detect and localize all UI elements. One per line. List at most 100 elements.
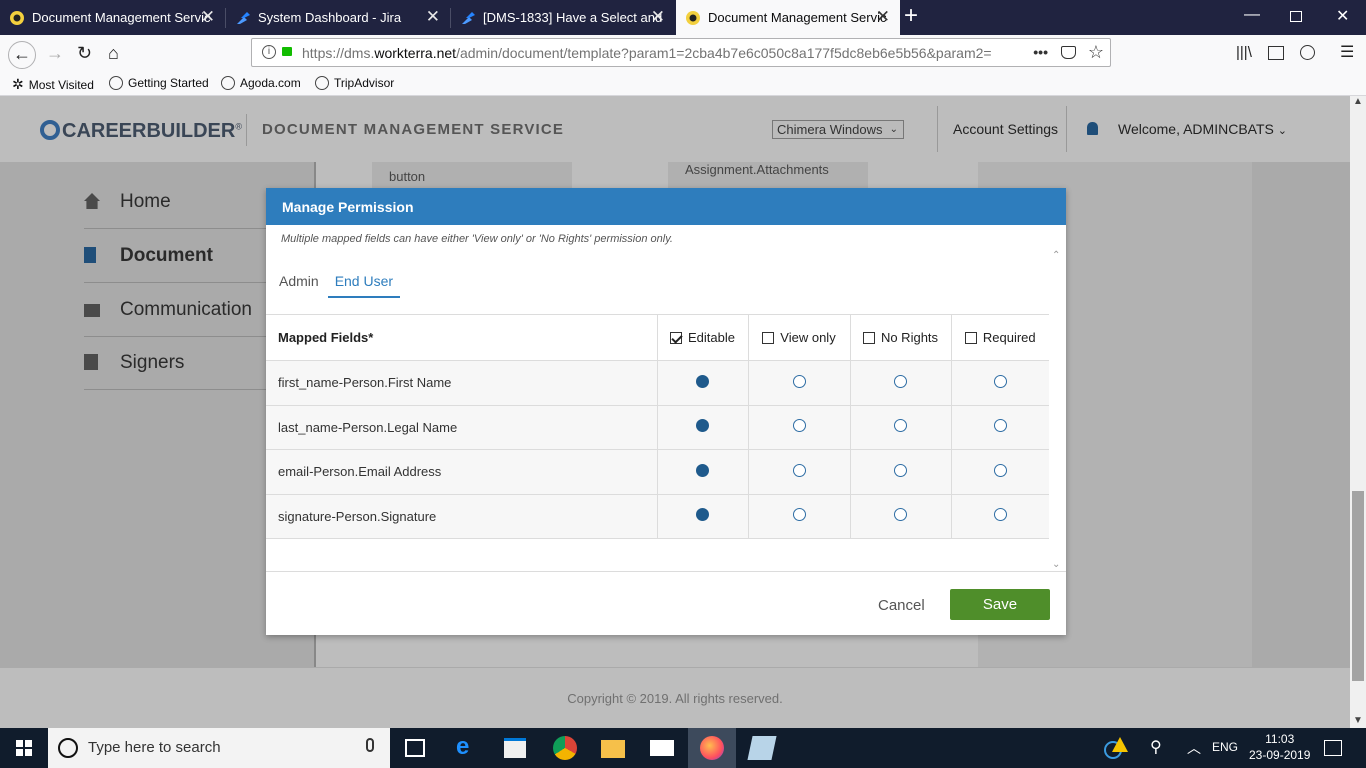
required-all-checkbox[interactable] xyxy=(964,331,977,344)
sidebar-item-document[interactable]: Document xyxy=(84,229,274,283)
people-icon[interactable]: ⚲ xyxy=(1150,737,1174,761)
user-menu[interactable]: Welcome, ADMINCBATS ⌄ xyxy=(1118,121,1287,137)
url-path: /admin/document/template?param1=2cba4b7e… xyxy=(456,44,992,61)
view-only-radio[interactable] xyxy=(792,419,806,433)
bookmark-star-icon[interactable]: ☆ xyxy=(1087,42,1104,63)
view-only-all-checkbox[interactable] xyxy=(762,331,775,344)
file-explorer-icon[interactable] xyxy=(601,740,625,758)
windows-start-button[interactable] xyxy=(0,728,48,768)
bookmark-getting-started[interactable]: Getting Started xyxy=(109,76,209,90)
home-icon[interactable]: ⌂ xyxy=(108,43,119,63)
logo-registered-mark: ® xyxy=(235,121,242,132)
pocket-icon[interactable] xyxy=(1061,46,1076,59)
mapped-fields-header: Mapped Fields* xyxy=(266,314,657,361)
no-rights-radio[interactable] xyxy=(894,508,907,522)
notepad-icon[interactable] xyxy=(747,736,777,760)
account-settings-link[interactable]: Account Settings xyxy=(953,121,1058,137)
chrome-icon[interactable] xyxy=(553,736,577,760)
new-tab-plus-icon[interactable]: + xyxy=(904,4,918,28)
minimize-window-icon[interactable]: — xyxy=(1244,6,1260,24)
document-icon xyxy=(84,247,96,263)
network-warning-icon[interactable] xyxy=(1104,737,1128,759)
bookmark-tripadvisor[interactable]: TripAdvisor xyxy=(315,76,394,90)
page-actions-icon[interactable]: ••• xyxy=(1025,44,1048,60)
scroll-up-icon[interactable]: ▲ xyxy=(1353,96,1363,107)
editable-radio[interactable] xyxy=(696,419,709,433)
app-name: DOCUMENT MANAGEMENT SERVICE xyxy=(262,121,565,138)
scroll-down-icon[interactable]: ▼ xyxy=(1353,715,1363,726)
browser-tab-jira-dashboard[interactable]: System Dashboard - Jira ✕ xyxy=(226,0,450,35)
language-indicator[interactable]: ENG xyxy=(1212,740,1238,754)
firefox-taskbar-button[interactable] xyxy=(688,728,736,768)
close-tab-icon[interactable]: ✕ xyxy=(651,8,665,26)
save-button[interactable]: Save xyxy=(950,589,1050,620)
sidebar-toggle-icon[interactable] xyxy=(1268,46,1284,60)
editable-cell xyxy=(656,494,748,539)
tab-end-user[interactable]: End User xyxy=(327,268,401,298)
taskbar-clock[interactable]: 11:03 23-09-2019 xyxy=(1249,731,1310,763)
library-icon[interactable]: |||\ xyxy=(1236,43,1252,63)
required-radio[interactable] xyxy=(993,419,1007,433)
close-tab-icon[interactable]: ✕ xyxy=(876,8,890,26)
scroll-up-icon[interactable]: ⌃ xyxy=(1052,250,1060,261)
browser-nav-bar: ← → ↻ ⌂ i https://dms. workterra.net/admi… xyxy=(0,35,1366,72)
store-icon[interactable] xyxy=(504,738,526,758)
modal-scrollbar[interactable]: ⌃ ⌄ xyxy=(1049,250,1065,570)
close-tab-icon[interactable]: ✕ xyxy=(201,8,215,26)
editable-radio[interactable] xyxy=(696,508,709,522)
taskbar-search-box[interactable]: Type here to search xyxy=(48,728,390,768)
required-radio[interactable] xyxy=(993,463,1007,477)
table-row: signature-Person.Signature xyxy=(266,494,1049,539)
tab-admin[interactable]: Admin xyxy=(272,268,326,298)
mail-icon[interactable] xyxy=(650,740,674,756)
show-hidden-icons-chevron-icon[interactable]: ︿ xyxy=(1187,738,1211,762)
close-window-icon[interactable]: ✕ xyxy=(1336,6,1349,26)
no-rights-all-checkbox[interactable] xyxy=(862,331,875,344)
hamburger-menu-icon[interactable]: ☰ xyxy=(1340,43,1354,63)
view-only-radio[interactable] xyxy=(792,463,806,477)
sidebar-item-communication[interactable]: Communication xyxy=(84,283,274,337)
info-icon[interactable]: i xyxy=(262,45,276,59)
back-arrow-icon[interactable]: ← xyxy=(8,41,36,69)
globe-icon xyxy=(315,76,329,90)
view-only-radio[interactable] xyxy=(792,374,806,388)
task-view-icon[interactable] xyxy=(405,739,425,757)
bookmark-most-visited[interactable]: ✲ Most Visited xyxy=(12,76,94,93)
globe-icon xyxy=(221,76,235,90)
required-radio[interactable] xyxy=(993,374,1007,388)
close-tab-icon[interactable]: ✕ xyxy=(426,8,440,26)
sidebar-item-signers[interactable]: Signers xyxy=(84,336,274,390)
warning-triangle-icon xyxy=(1104,737,1128,759)
no-rights-radio[interactable] xyxy=(894,463,907,477)
browser-tab-dms-active[interactable]: Document Management Servic ✕ xyxy=(676,0,900,35)
view-only-radio[interactable] xyxy=(792,508,806,522)
edge-icon[interactable]: e xyxy=(456,733,480,760)
bookmark-agoda[interactable]: Agoda.com xyxy=(221,76,301,90)
bell-icon[interactable] xyxy=(1087,122,1098,135)
url-bar[interactable]: i https://dms. workterra.net/admin/docume… xyxy=(251,38,1111,67)
action-center-icon[interactable] xyxy=(1324,740,1342,756)
url-prefix: https://dms. xyxy=(302,44,375,61)
sync-account-icon[interactable] xyxy=(1300,45,1315,60)
cancel-button[interactable]: Cancel xyxy=(878,597,925,614)
browser-tab-dms-1[interactable]: Document Management Servic ✕ xyxy=(0,0,225,35)
editable-all-checkbox[interactable] xyxy=(670,331,682,344)
page-scrollbar-thumb[interactable] xyxy=(1352,491,1364,681)
no-rights-radio[interactable] xyxy=(894,419,907,433)
forward-arrow-icon[interactable]: → xyxy=(46,43,64,63)
browser-tab-jira-issue[interactable]: [DMS-1833] Have a Select and ✕ xyxy=(451,0,675,35)
editable-radio[interactable] xyxy=(696,463,709,477)
sidebar-item-home[interactable]: Home xyxy=(84,175,274,229)
reload-icon[interactable]: ↻ xyxy=(77,43,92,63)
restore-window-icon[interactable] xyxy=(1290,11,1302,22)
microphone-icon[interactable] xyxy=(366,738,374,752)
required-radio[interactable] xyxy=(993,508,1007,522)
welcome-text: Welcome, ADMINCBATS xyxy=(1118,121,1274,137)
editable-radio[interactable] xyxy=(696,374,709,388)
editable-cell xyxy=(656,449,748,495)
no-rights-radio[interactable] xyxy=(894,374,907,388)
dms-favicon-icon xyxy=(686,11,700,25)
dms-favicon-icon xyxy=(10,11,24,25)
organization-select[interactable]: Chimera Windows ⌄ xyxy=(772,120,904,139)
scroll-down-icon[interactable]: ⌄ xyxy=(1052,559,1060,570)
